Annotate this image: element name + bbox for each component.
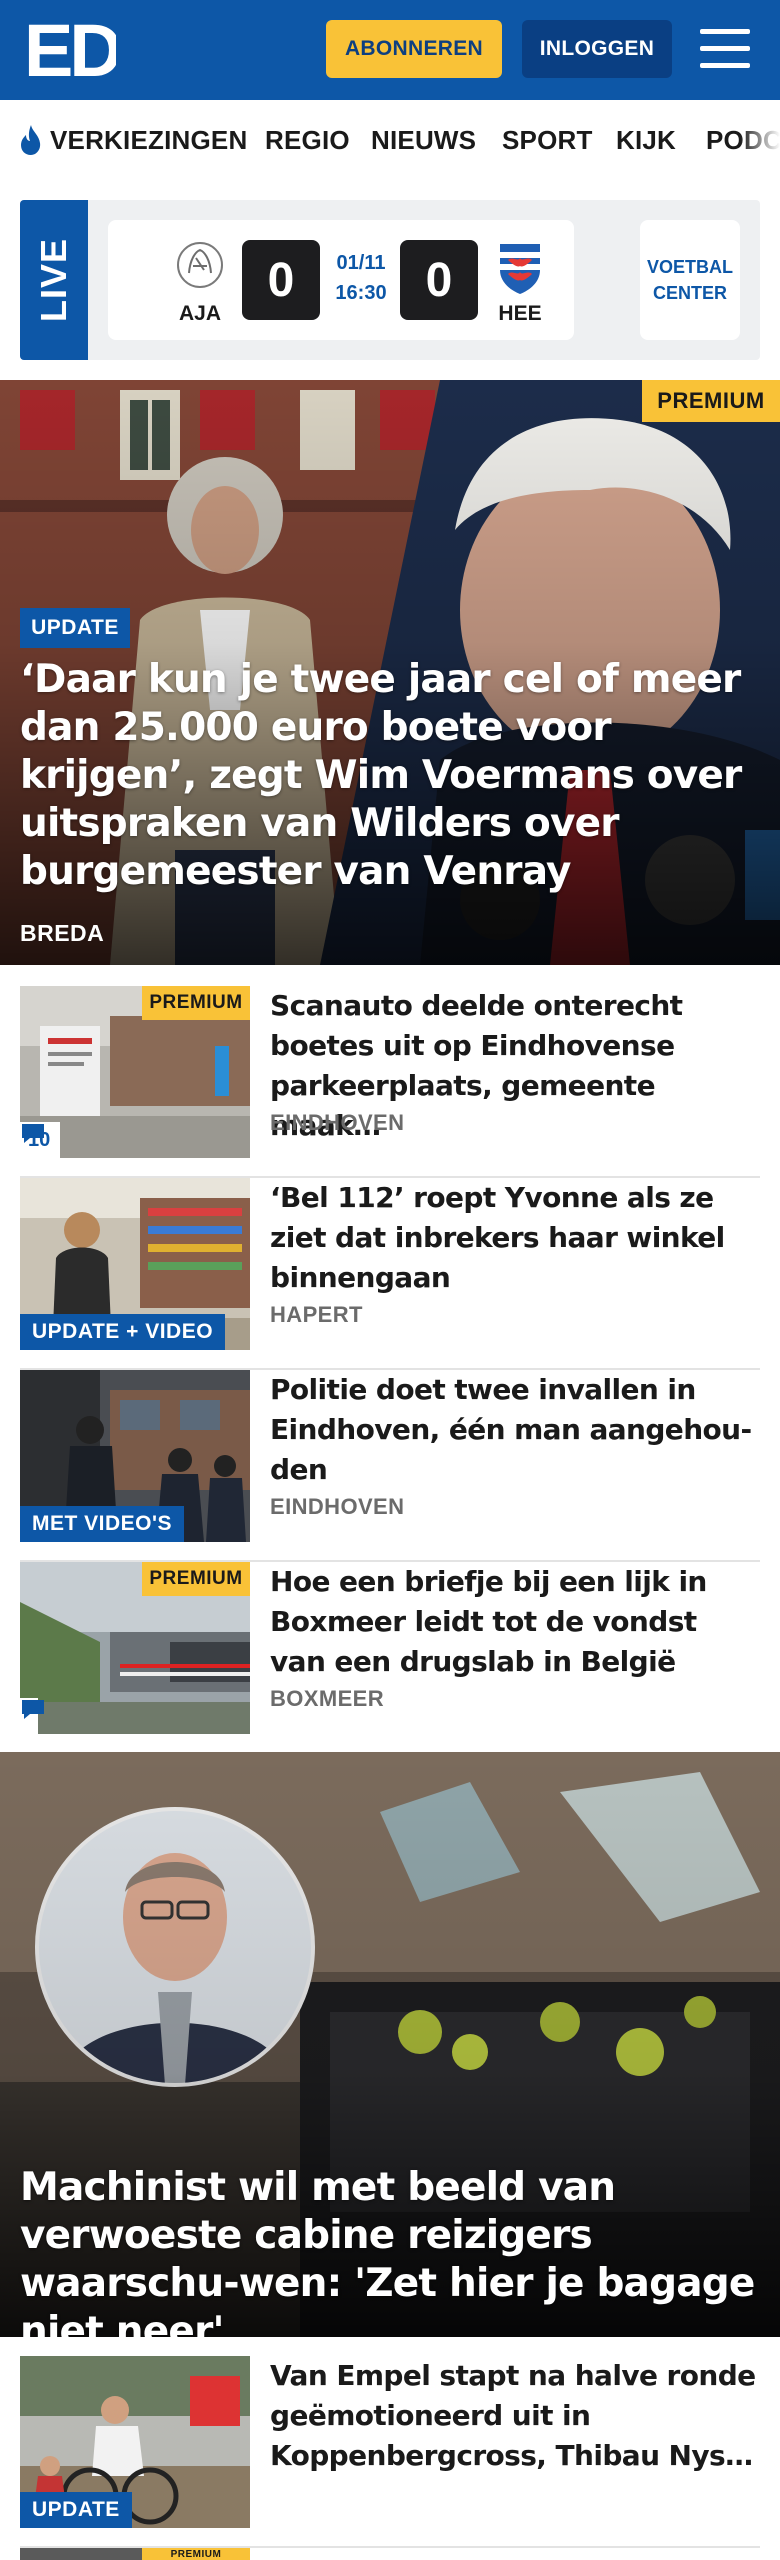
ajax-crest-icon [177, 242, 223, 288]
list-item[interactable]: MET VIDEO'S Politie doet twee invallen i… [20, 1370, 760, 1562]
voetbal-center-line1: VOETBAL [646, 257, 733, 277]
live-label: LIVE [33, 237, 74, 323]
article-thumbnail: PREMIUM [20, 1562, 250, 1734]
comment-icon [22, 1700, 44, 1719]
article-title[interactable]: Van Empel stapt na halve ronde geëmotion… [270, 2356, 760, 2476]
top-bar: ED ABONNEREN INLOGGEN [0, 0, 780, 100]
premium-badge: PREMIUM [142, 2548, 250, 2560]
comment-icon [22, 1124, 44, 1143]
nav-fade [740, 100, 780, 180]
update-badge: UPDATE [20, 2492, 132, 2528]
away-team: HEE [490, 240, 550, 330]
match-date: 01/11 [336, 252, 386, 274]
article-location: EINDHOVEN [270, 1110, 405, 1135]
hero-location: BREDA [20, 920, 105, 946]
home-score: 0 [242, 240, 320, 320]
main-nav: VERKIEZINGEN REGIO NIEUWS SPORT KIJK POD… [0, 100, 780, 180]
comment-button[interactable] [20, 1698, 44, 1734]
hero-article[interactable]: PREMIUM UPDATE ‘Daar kun je twee jaar ce… [0, 380, 780, 965]
list-item[interactable]: UPDATE + VIDEO ‘Bel 112’ roept Yvonne al… [20, 1178, 760, 1370]
nav-item-nieuws[interactable]: NIEUWS [371, 100, 476, 180]
nav-item-regio[interactable]: REGIO [265, 100, 350, 180]
article-thumbnail: MET VIDEO'S [20, 1370, 250, 1542]
article-title[interactable]: Politie doet twee invallen in Eindhoven,… [270, 1370, 760, 1490]
match-card[interactable]: AJA 0 01/11 16:30 0 HEE [108, 220, 574, 340]
away-team-name: HEE [498, 302, 542, 325]
premium-badge: PREMIUM [142, 1562, 250, 1596]
hero-title[interactable]: ‘Daar kun je twee jaar cel of meer dan 2… [20, 656, 760, 896]
menu-icon[interactable] [700, 27, 750, 71]
update-video-badge: UPDATE + VIDEO [20, 1314, 226, 1350]
svg-text:ED: ED [24, 16, 116, 82]
home-team-name: AJA [178, 302, 221, 325]
featured-article[interactable]: Machinist wil met beeld van verwoeste ca… [0, 1752, 780, 2337]
video-badge: MET VIDEO'S [20, 1506, 185, 1542]
voetbal-center-link[interactable]: VOETBAL CENTER [640, 220, 740, 340]
update-badge: UPDATE [20, 608, 130, 648]
article-thumbnail: UPDATE [20, 2356, 250, 2528]
article-location: BOXMEER [270, 1686, 385, 1711]
article-location: EINDHOVEN [270, 1494, 405, 1519]
ed-logo[interactable]: ED [24, 16, 116, 82]
list-item[interactable]: UPDATE Van Empel stapt na halve ronde ge… [20, 2356, 760, 2548]
login-button[interactable]: INLOGGEN [522, 20, 672, 78]
article-location: HAPERT [270, 1302, 363, 1327]
list-item[interactable]: PREMIUM Hoe een briefje bij een lijk in … [20, 1562, 760, 1754]
featured-title[interactable]: Machinist wil met beeld van verwoeste ca… [20, 2164, 760, 2337]
article-thumbnail: UPDATE + VIDEO [20, 1178, 250, 1350]
nav-item-kijk[interactable]: KIJK [616, 100, 676, 180]
heerenveen-crest-icon [500, 244, 540, 294]
match-datetime: 01/11 16:30 [326, 248, 396, 308]
voetbal-center-line2: CENTER [652, 283, 727, 303]
premium-badge: PREMIUM [142, 986, 250, 1020]
article-title[interactable]: Hoe een briefje bij een lijk in Boxmeer … [270, 1562, 760, 1682]
subscribe-button[interactable]: ABONNEREN [326, 20, 502, 78]
nav-label: VERKIEZINGEN [50, 124, 248, 155]
nav-item-verkiezingen[interactable]: VERKIEZINGEN [18, 100, 247, 180]
live-scores: LIVE AJA 0 01/11 16:30 0 HEE VOETBAL CEN… [20, 200, 760, 360]
home-team: AJA [170, 240, 230, 330]
premium-badge: PREMIUM [642, 380, 780, 422]
match-time: 16:30 [335, 282, 387, 304]
flame-icon [21, 125, 41, 155]
away-score: 0 [400, 240, 478, 320]
article-thumbnail: PREMIUM 10 [20, 986, 250, 1158]
article-title[interactable]: ‘Bel 112’ roept Yvonne als ze ziet dat i… [270, 1178, 760, 1298]
live-tab[interactable]: LIVE [20, 200, 88, 360]
comment-count[interactable]: 10 [20, 1122, 61, 1158]
nav-item-sport[interactable]: SPORT [502, 100, 593, 180]
list-item[interactable]: PREMIUM 10 Scanauto deelde onterecht boe… [20, 986, 760, 1178]
